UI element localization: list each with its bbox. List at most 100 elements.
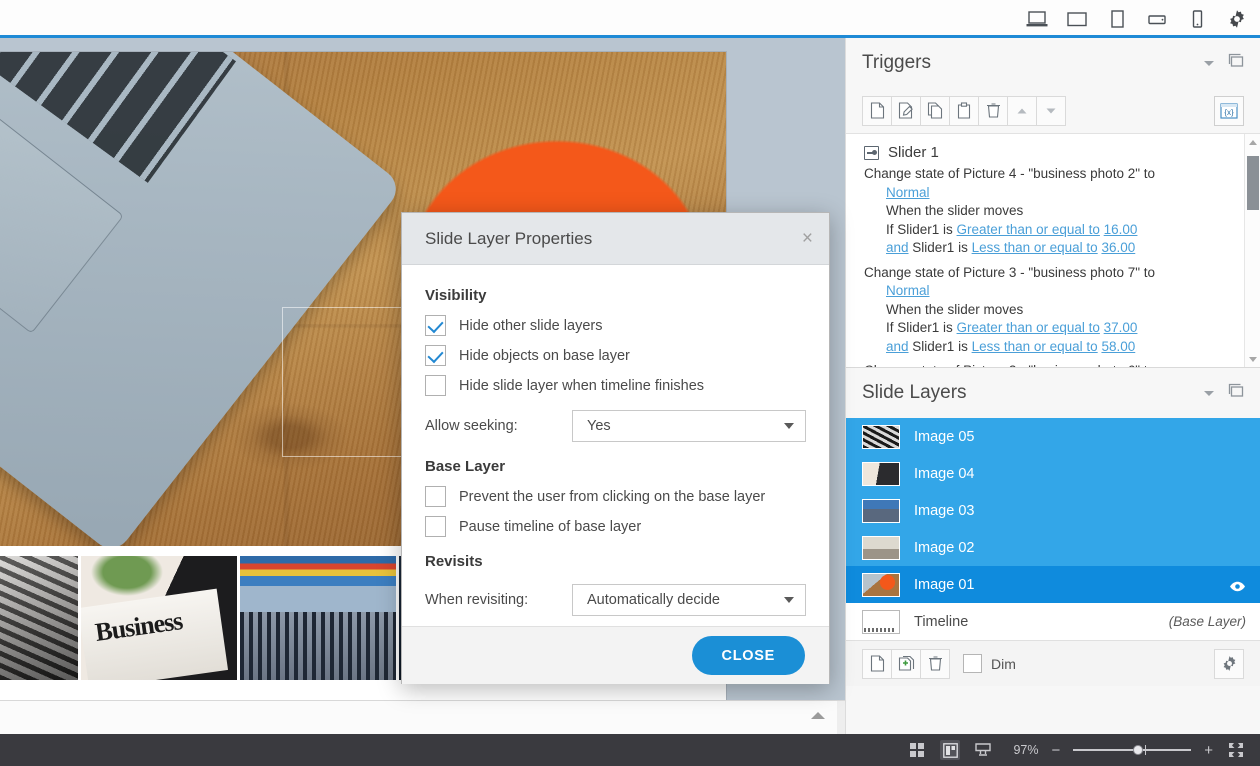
scroll-up-arrow-icon[interactable] bbox=[1245, 134, 1260, 151]
layer-row-base-timeline[interactable]: Timeline (Base Layer) bbox=[846, 603, 1260, 640]
trigger-item[interactable]: Change state of Picture 4 - "business ph… bbox=[846, 165, 1260, 264]
close-icon[interactable]: × bbox=[802, 229, 813, 248]
status-bar: 97% − + bbox=[0, 734, 1260, 766]
slide-layers-collapse-caret-icon[interactable] bbox=[1204, 391, 1214, 396]
checkbox-hide-objects-on-base-layer[interactable]: Hide objects on base layer bbox=[425, 345, 806, 366]
trigger-cond1-operator-link[interactable]: Greater than or equal to bbox=[957, 222, 1100, 237]
trigger-cond2-value-link[interactable]: 36.00 bbox=[1101, 240, 1135, 255]
layer-row-image-04[interactable]: Image 04 bbox=[846, 455, 1260, 492]
trigger-item[interactable]: Change state of Picture 3 - "business ph… bbox=[846, 264, 1260, 363]
trigger-cond1-value-link[interactable]: 37.00 bbox=[1104, 320, 1138, 335]
layer-row-image-03[interactable]: Image 03 bbox=[846, 492, 1260, 529]
move-trigger-up-button[interactable] bbox=[1007, 96, 1037, 126]
zoom-slider[interactable] bbox=[1073, 749, 1191, 751]
trigger-state-link[interactable]: Normal bbox=[886, 185, 930, 200]
trigger-state-link[interactable]: Normal bbox=[886, 283, 930, 298]
checkbox-box[interactable] bbox=[425, 315, 446, 336]
timeline-scrollbar[interactable] bbox=[837, 701, 845, 735]
grid-view-icon[interactable] bbox=[907, 740, 927, 760]
scrollbar-thumb[interactable] bbox=[1247, 156, 1259, 210]
trigger-when-text: When the slider moves bbox=[864, 202, 1242, 221]
trigger-group-name: Slider 1 bbox=[888, 144, 939, 161]
trigger-item-partial[interactable]: Change state of Picture 2 - "business ph… bbox=[846, 362, 1260, 368]
delete-slide-layer-button[interactable] bbox=[920, 649, 950, 679]
allow-seeking-select[interactable]: Yes bbox=[572, 410, 806, 442]
layer-row-image-02[interactable]: Image 02 bbox=[846, 529, 1260, 566]
checkbox-prevent-user-clicking-base-layer[interactable]: Prevent the user from clicking on the ba… bbox=[425, 486, 806, 507]
chevron-down-icon bbox=[784, 423, 794, 429]
paste-trigger-button[interactable] bbox=[949, 96, 979, 126]
trigger-cond2-and-link[interactable]: and bbox=[886, 240, 909, 255]
slide-layers-panel-title: Slide Layers bbox=[862, 382, 967, 404]
zoom-out-button[interactable]: − bbox=[1051, 743, 1060, 758]
layer-row-image-05[interactable]: Image 05 bbox=[846, 418, 1260, 455]
layer-visibility-eye-icon[interactable] bbox=[1229, 579, 1246, 590]
dim-checkbox[interactable] bbox=[963, 654, 982, 673]
slide-layers-toolbar: Dim bbox=[846, 640, 1260, 686]
slide-layer-properties-dialog[interactable]: Slide Layer Properties × Visibility Hide… bbox=[401, 212, 830, 684]
crowd-graphic bbox=[240, 612, 396, 680]
checkbox-label: Hide slide layer when timeline finishes bbox=[459, 378, 704, 394]
fit-to-window-icon[interactable] bbox=[1226, 740, 1246, 760]
checkbox-box[interactable] bbox=[425, 345, 446, 366]
checkbox-label: Pause timeline of base layer bbox=[459, 519, 641, 535]
triggers-list[interactable]: Slider 1 Change state of Picture 4 - "bu… bbox=[846, 134, 1260, 368]
trigger-cond1-operator-link[interactable]: Greater than or equal to bbox=[957, 320, 1100, 335]
delete-trigger-button[interactable] bbox=[978, 96, 1008, 126]
triggers-panel-title: Triggers bbox=[862, 52, 931, 74]
triggers-panel-undock-icon[interactable] bbox=[1228, 53, 1244, 73]
base-layer-tag: (Base Layer) bbox=[1169, 614, 1246, 629]
variables-button[interactable]: {x} bbox=[1214, 96, 1244, 126]
laptop-preview-icon[interactable] bbox=[1026, 8, 1048, 30]
tablet-landscape-preview-icon[interactable] bbox=[1066, 8, 1088, 30]
expand-timeline-arrow-icon[interactable] bbox=[811, 712, 825, 719]
checkbox-box[interactable] bbox=[425, 486, 446, 507]
layer-row-image-01[interactable]: Image 01 bbox=[846, 566, 1260, 603]
trigger-group-slider1[interactable]: Slider 1 bbox=[846, 142, 1260, 165]
checkbox-pause-timeline-of-base-layer[interactable]: Pause timeline of base layer bbox=[425, 516, 806, 537]
new-slide-layer-button[interactable] bbox=[862, 649, 892, 679]
tablet-portrait-preview-icon[interactable] bbox=[1106, 8, 1128, 30]
move-trigger-down-button[interactable] bbox=[1036, 96, 1066, 126]
checkbox-box[interactable] bbox=[425, 375, 446, 396]
trigger-cond2-value-link[interactable]: 58.00 bbox=[1101, 339, 1135, 354]
phone-landscape-preview-icon[interactable] bbox=[1146, 8, 1168, 30]
layer-thumbnail bbox=[862, 425, 900, 449]
triggers-scrollbar[interactable] bbox=[1244, 134, 1260, 368]
trigger-cond2-operator-link[interactable]: Less than or equal to bbox=[972, 339, 1098, 354]
thumbnail-image-05[interactable] bbox=[0, 556, 78, 680]
scroll-down-arrow-icon[interactable] bbox=[1245, 351, 1260, 368]
layer-name: Image 03 bbox=[914, 503, 1246, 519]
triggers-toolbar: {x} bbox=[846, 88, 1260, 134]
triggers-panel-collapse-caret-icon[interactable] bbox=[1204, 61, 1214, 66]
close-button[interactable]: CLOSE bbox=[692, 636, 805, 675]
checkbox-hide-slide-layer-when-timeline-finishes[interactable]: Hide slide layer when timeline finishes bbox=[425, 375, 806, 396]
trigger-cond1-prefix: If Slider1 is bbox=[886, 320, 953, 335]
thumbnail-image-04[interactable] bbox=[81, 556, 237, 680]
slide-layers-list[interactable]: Image 05 Image 04 Image 03 Image 02 Imag… bbox=[846, 418, 1260, 640]
copy-trigger-button[interactable] bbox=[920, 96, 950, 126]
slide-layers-undock-icon[interactable] bbox=[1228, 383, 1244, 403]
layer-thumbnail bbox=[862, 499, 900, 523]
settings-gear-icon[interactable] bbox=[1226, 8, 1248, 30]
edit-trigger-button[interactable] bbox=[891, 96, 921, 126]
slide-layers-settings-gear-icon[interactable] bbox=[1214, 649, 1244, 679]
trigger-cond1-value-link[interactable]: 16.00 bbox=[1104, 222, 1138, 237]
zoom-slider-handle[interactable] bbox=[1133, 745, 1143, 755]
phone-portrait-preview-icon[interactable] bbox=[1186, 8, 1208, 30]
normal-view-icon[interactable] bbox=[940, 740, 960, 760]
thumbnail-image-03[interactable] bbox=[240, 556, 396, 680]
trigger-cond2-and-link[interactable]: and bbox=[886, 339, 909, 354]
zoom-in-button[interactable]: + bbox=[1204, 743, 1213, 758]
trigger-action-text: Change state of Picture 3 - "business ph… bbox=[864, 265, 1155, 280]
trigger-cond2-operator-link[interactable]: Less than or equal to bbox=[972, 240, 1098, 255]
timeline-collapsed-bar[interactable] bbox=[0, 700, 845, 734]
duplicate-slide-layer-button[interactable] bbox=[891, 649, 921, 679]
stage-view-icon[interactable] bbox=[973, 740, 993, 760]
checkbox-hide-other-slide-layers[interactable]: Hide other slide layers bbox=[425, 315, 806, 336]
when-revisiting-select[interactable]: Automatically decide bbox=[572, 584, 806, 616]
new-trigger-button[interactable] bbox=[862, 96, 892, 126]
device-preview-icons bbox=[1026, 8, 1248, 30]
checkbox-label: Hide other slide layers bbox=[459, 318, 602, 334]
checkbox-box[interactable] bbox=[425, 516, 446, 537]
